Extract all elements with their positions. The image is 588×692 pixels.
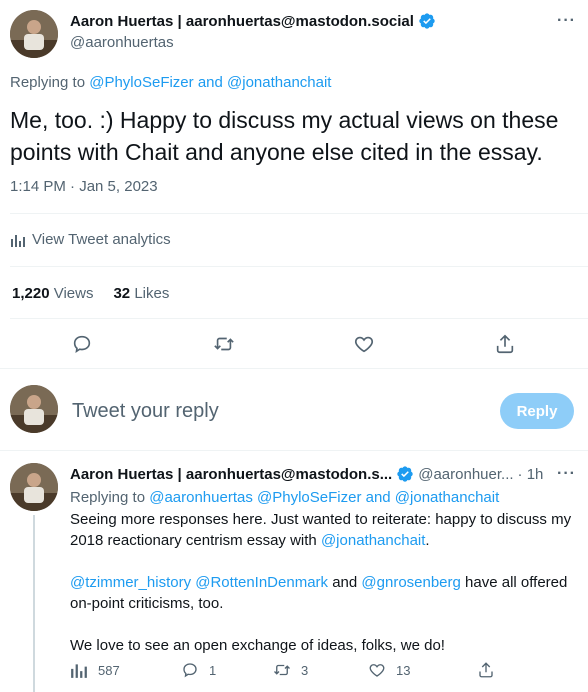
verified-badge-icon	[397, 466, 413, 482]
views-count: 1,220	[12, 285, 50, 302]
view-analytics-link[interactable]: View Tweet analytics	[10, 231, 171, 248]
retweet-icon	[214, 337, 234, 351]
mention-link[interactable]: @jonathanchait	[321, 532, 425, 549]
reply-input[interactable]: Tweet your reply	[72, 400, 219, 423]
verified-badge-icon	[419, 13, 435, 29]
reply-text: Seeing more responses here. Just wanted …	[70, 509, 580, 656]
analytics-icon	[11, 234, 25, 247]
likes-count: 32	[113, 285, 131, 302]
likes-label: Likes	[134, 285, 170, 302]
views-label: Views	[53, 285, 94, 302]
thread-line	[33, 515, 35, 692]
like-button[interactable]: 13	[368, 661, 410, 679]
reply-author-handle[interactable]: @aaronhuer...	[418, 466, 513, 483]
tweet-text: Me, too. :) Happy to discuss my actual v…	[10, 104, 585, 168]
replying-to-users[interactable]: @PhyloSeFizer and @jonathanchait	[89, 74, 331, 91]
reply-author-name[interactable]: Aaron Huertas | aaronhuertas@mastodon.s.…	[70, 466, 392, 483]
views-button[interactable]: 587	[70, 661, 120, 679]
reply-time[interactable]: · 1h	[518, 466, 544, 483]
reply-paragraph-2: @tzimmer_history @RottenInDenmark and @g…	[70, 572, 580, 614]
retweet-button[interactable]	[213, 333, 235, 355]
reply-author-row[interactable]: Aaron Huertas | aaronhuertas@mastodon.s.…	[70, 465, 543, 483]
author-display-name[interactable]: Aaron Huertas | aaronhuertas@mastodon.so…	[70, 13, 414, 30]
reply-button[interactable]	[71, 333, 93, 355]
share-icon	[479, 662, 493, 678]
like-icon	[369, 664, 385, 677]
reply-p2-and: and	[328, 574, 362, 591]
tweet-timestamp[interactable]: 1:14 PM · Jan 5, 2023	[10, 178, 158, 195]
reply-paragraph-1: Seeing more responses here. Just wanted …	[70, 509, 580, 551]
views-count: 587	[98, 662, 120, 678]
reply-replying-prefix: Replying to	[70, 489, 146, 506]
author-name-row[interactable]: Aaron Huertas | aaronhuertas@mastodon.so…	[70, 12, 436, 30]
divider	[0, 368, 588, 369]
retweet-icon	[274, 664, 290, 676]
like-icon	[354, 336, 374, 353]
tweet-text-line-2: points with Chait and anyone else cited …	[10, 139, 543, 165]
like-button[interactable]	[353, 333, 375, 355]
retweets-count: 3	[301, 662, 309, 678]
tweet-text-line-1: Me, too. :) Happy to discuss my actual v…	[10, 107, 559, 133]
replying-prefix: Replying to	[10, 74, 86, 91]
reply-author-avatar[interactable]	[10, 463, 58, 511]
analytics-label[interactable]: View Tweet analytics	[32, 231, 171, 248]
author-handle[interactable]: @aaronhuertas	[70, 34, 174, 51]
author-avatar[interactable]	[10, 10, 58, 58]
composer-avatar[interactable]	[10, 385, 58, 433]
mention-link[interactable]: @RottenInDenmark	[195, 574, 328, 591]
views-stat: 1,220 Views	[12, 285, 93, 302]
retweet-button[interactable]: 3	[273, 661, 308, 679]
share-button[interactable]	[494, 333, 516, 355]
mention-link[interactable]: @gnrosenberg	[361, 574, 460, 591]
reply-replying-to-line: Replying to @aaronhuertas @PhyloSeFizer …	[70, 487, 499, 508]
reply-p1-end: .	[425, 532, 430, 549]
likes-count: 13	[396, 662, 411, 678]
reply-icon	[73, 335, 91, 354]
likes-stat[interactable]: 32 Likes	[113, 285, 169, 302]
reply-icon	[183, 663, 197, 678]
share-button[interactable]	[477, 661, 495, 679]
mention-link[interactable]: @tzimmer_history	[70, 574, 191, 591]
divider	[10, 213, 588, 214]
divider	[0, 450, 588, 451]
divider	[10, 266, 588, 267]
reply-submit-button[interactable]: Reply	[500, 393, 574, 429]
replies-count: 1	[209, 662, 217, 678]
views-icon	[71, 664, 87, 678]
more-icon[interactable]: ···	[557, 465, 576, 483]
share-icon	[496, 334, 514, 354]
replying-to-line: Replying to @PhyloSeFizer and @jonathanc…	[10, 74, 331, 91]
reply-replying-to-users[interactable]: @aaronhuertas @PhyloSeFizer and @jonatha…	[149, 489, 499, 506]
more-icon[interactable]: ···	[557, 12, 576, 30]
tweet-stats: 1,220 Views 32 Likes	[12, 285, 169, 302]
divider	[10, 318, 588, 319]
reply-paragraph-3: We love to see an open exchange of ideas…	[70, 637, 445, 654]
reply-button[interactable]: 1	[181, 661, 216, 679]
